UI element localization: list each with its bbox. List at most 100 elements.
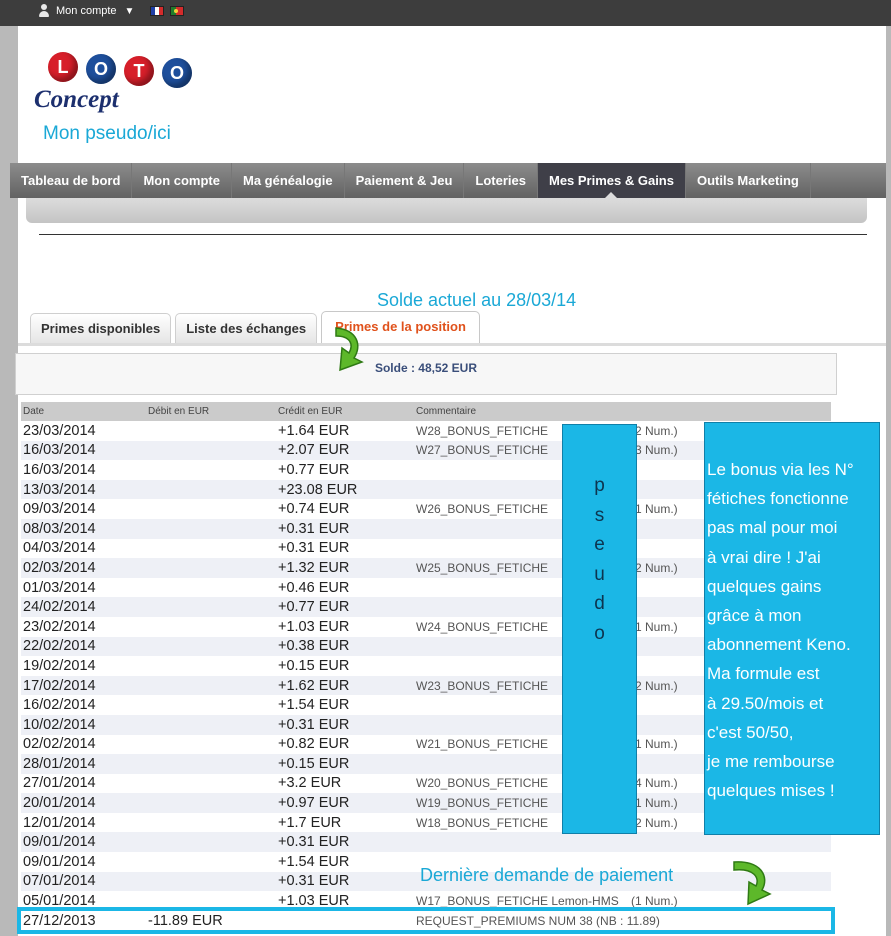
table-row-highlighted: 27/12/2013 -11.89 EUR REQUEST_PREMIUMS NUM…: [17, 906, 835, 935]
logo-ball: T: [124, 56, 154, 86]
note-line: pas mal pour moi: [707, 518, 838, 538]
cell-comment: W17_BONUS_FETICHE Lemon-HMS: [416, 894, 619, 909]
nav-paiement-jeu[interactable]: Paiement & Jeu: [345, 163, 465, 198]
cell-num: (2 Num.): [631, 560, 678, 575]
tab-primes-disponibles[interactable]: Primes disponibles: [30, 313, 172, 343]
cell-date: 24/02/2014: [23, 599, 96, 616]
cell-date: 16/03/2014: [23, 461, 96, 478]
col-credit: Crédit en EUR: [278, 406, 343, 417]
cell-credit: +0.31 EUR: [278, 716, 350, 733]
cell-num: (3 Num.): [631, 443, 678, 458]
tab-underline: [18, 343, 886, 346]
cell-date: 23/03/2014: [23, 422, 96, 439]
cell-credit: +0.77 EUR: [278, 461, 350, 478]
flag-pt-icon[interactable]: [170, 6, 185, 16]
cell-date: 12/01/2014: [23, 814, 96, 831]
cell-date: 27/12/2013: [23, 912, 96, 929]
cell-num: (4 Num.): [631, 776, 678, 791]
cell-num: (1 Num.): [631, 502, 678, 517]
nav-tableau-de-bord[interactable]: Tableau de bord: [10, 163, 133, 198]
flag-fr-icon[interactable]: [150, 6, 165, 16]
tab-liste-echanges[interactable]: Liste des échanges: [175, 313, 318, 343]
cell-date: 01/03/2014: [23, 579, 96, 596]
note-line: fétiches fonctionne: [707, 489, 849, 509]
nav-mes-primes-gains[interactable]: Mes Primes & Gains: [537, 163, 686, 198]
cell-date: 22/02/2014: [23, 638, 96, 655]
cell-date: 23/02/2014: [23, 618, 96, 635]
cell-credit: +1.54 EUR: [278, 697, 350, 714]
pseudo-annotation-box: pseudo: [562, 424, 637, 834]
table-header: Date Débit en EUR Crédit en EUR Commenta…: [21, 402, 831, 421]
cell-date: 02/02/2014: [23, 736, 96, 753]
cell-num: (2 Num.): [631, 678, 678, 693]
cell-num: (1 Num.): [631, 737, 678, 752]
cell-date: 16/02/2014: [23, 697, 96, 714]
divider: [39, 234, 867, 235]
note-annotation-box: Le bonus via les N° fétiches fonctionne pa…: [704, 422, 880, 835]
cell-date: 20/01/2014: [23, 795, 96, 812]
cell-credit: +0.46 EUR: [278, 579, 350, 596]
note-line: Ma formule est: [707, 664, 820, 684]
solde-value: Solde : 48,52 EUR: [374, 361, 478, 375]
note-line: grâce à mon: [707, 606, 802, 626]
cell-num: (1 Num.): [631, 796, 678, 811]
main-nav: Tableau de bord Mon compte Ma généalogie…: [10, 163, 886, 198]
solde-panel: Solde : 48,52 EUR: [15, 353, 837, 395]
cell-credit: +1.03 EUR: [278, 618, 350, 635]
note-line: Le bonus via les N°: [707, 460, 854, 479]
tab-bar: Primes disponibles Liste des échanges Pr…: [30, 311, 480, 343]
cell-num: (2 Num.): [631, 815, 678, 830]
cell-date: 27/01/2014: [23, 775, 96, 792]
cell-credit: +1.32 EUR: [278, 559, 350, 576]
logo-word: Concept: [34, 86, 119, 113]
cell-date: 13/03/2014: [23, 481, 96, 498]
cell-credit: +0.31 EUR: [278, 834, 350, 851]
col-debit: Débit en EUR: [148, 406, 210, 417]
table-row: 09/01/2014 +0.31 EUR: [21, 832, 831, 853]
green-arrow-icon: [335, 327, 364, 372]
nav-outils-marketing[interactable]: Outils Marketing: [686, 163, 811, 198]
cell-date: 09/03/2014: [23, 501, 96, 518]
cell-date: 04/03/2014: [23, 540, 96, 557]
cell-date: 19/02/2014: [23, 657, 96, 674]
solde-caption-annotation: Solde actuel au 28/03/14: [377, 290, 577, 310]
user-icon: [38, 4, 50, 18]
nav-loteries[interactable]: Loteries: [464, 163, 538, 198]
nav-mon-compte[interactable]: Mon compte: [132, 163, 232, 198]
table-row: 05/01/2014 +1.03 EUR W17_BONUS_FETICHE Lem…: [21, 891, 831, 911]
nav-ma-genealogie[interactable]: Ma généalogie: [232, 163, 345, 198]
logo-ball: O: [86, 54, 116, 84]
cell-credit: +0.82 EUR: [278, 736, 350, 753]
pseudo-letter: e: [594, 534, 605, 555]
caret-down-icon[interactable]: ▼: [125, 6, 135, 17]
account-menu[interactable]: Mon compte ▼: [38, 4, 185, 18]
cell-credit: +0.38 EUR: [278, 638, 350, 655]
pseudo-letter: o: [594, 622, 605, 644]
cell-credit: +23.08 EUR: [278, 481, 358, 498]
account-label[interactable]: Mon compte: [56, 5, 117, 17]
logo-ball: L: [48, 52, 78, 82]
col-num: [631, 402, 701, 421]
sub-nav-bar: [26, 198, 867, 223]
cell-credit: +0.31 EUR: [278, 520, 350, 537]
cell-credit: +0.97 EUR: [278, 795, 350, 812]
cell-date: 02/03/2014: [23, 559, 96, 576]
col-comment: Commentaire: [416, 406, 477, 417]
col-date: Date: [23, 406, 45, 417]
cell-date: 07/01/2014: [23, 873, 96, 890]
cell-credit: +3.2 EUR: [278, 775, 342, 792]
cell-credit: +0.15 EUR: [278, 657, 350, 674]
green-arrow-icon: [733, 861, 772, 906]
cell-credit: +0.15 EUR: [278, 755, 350, 772]
cell-credit: +1.64 EUR: [278, 422, 350, 439]
cell-date: 10/02/2014: [23, 716, 96, 733]
cell-credit: +1.62 EUR: [278, 677, 350, 694]
cell-comment: REQUEST_PREMIUMS NUM 38 (NB : 11.89): [416, 913, 660, 928]
cell-credit: +2.07 EUR: [278, 442, 350, 459]
cell-date: 05/01/2014: [23, 893, 96, 910]
last-demand-annotation: Dernière demande de paiement: [420, 865, 674, 885]
cell-date: 28/01/2014: [23, 755, 96, 772]
cell-num: (2 Num.): [631, 423, 678, 438]
cell-credit: +1.7 EUR: [278, 814, 342, 831]
note-line: quelques mises !: [707, 781, 835, 801]
